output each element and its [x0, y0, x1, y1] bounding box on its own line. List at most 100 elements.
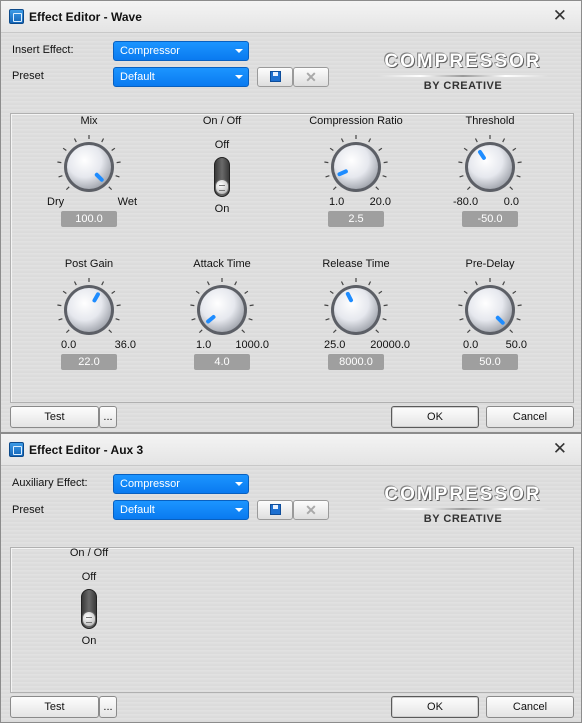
- knob-tick: [111, 147, 116, 152]
- knob-value[interactable]: -50.0: [462, 211, 518, 227]
- knob-tick: [458, 304, 463, 307]
- knob-face: [468, 288, 512, 332]
- window-title: Effect Editor - Wave: [29, 10, 142, 24]
- test-button[interactable]: Test: [10, 406, 99, 428]
- knob-tick: [463, 147, 468, 152]
- knob-tick: [58, 175, 63, 178]
- range-min: 1.0: [329, 196, 345, 208]
- preset-dropdown[interactable]: Default: [113, 500, 249, 520]
- range-max: 20000.0: [370, 339, 410, 351]
- test-button[interactable]: Test: [10, 696, 99, 718]
- knob-tick: [466, 329, 471, 334]
- window-title: Effect Editor - Aux 3: [29, 443, 144, 457]
- save-icon: [269, 504, 281, 515]
- knob-tick: [340, 281, 344, 286]
- cancel-button[interactable]: Cancel: [486, 406, 574, 428]
- attack-time-knob[interactable]: [187, 275, 257, 345]
- ok-button[interactable]: OK: [391, 696, 479, 718]
- knob-value[interactable]: 4.0: [194, 354, 250, 370]
- range-min: Dry: [47, 196, 65, 208]
- switch-handle[interactable]: [82, 611, 96, 627]
- knob-face: [468, 145, 512, 189]
- knob-dial[interactable]: [54, 132, 124, 202]
- knob-dial[interactable]: [54, 275, 124, 345]
- knob-tick: [115, 318, 120, 321]
- knob-tick: [58, 318, 63, 321]
- knob-title: Mix: [80, 115, 98, 127]
- knob-value[interactable]: 100.0: [61, 211, 117, 227]
- toggle-on-label: On: [81, 635, 97, 647]
- threshold-knob[interactable]: [455, 132, 525, 202]
- on-off-switch[interactable]: [214, 157, 230, 197]
- knob-tick: [516, 318, 521, 321]
- ok-button[interactable]: OK: [391, 406, 479, 428]
- knob-face: [334, 145, 378, 189]
- save-icon: [269, 71, 281, 82]
- knob-tick: [517, 161, 522, 164]
- knob-face: [334, 288, 378, 332]
- knob-control-attack-time: Attack Time 1.0 1000.0 4.0: [155, 258, 289, 370]
- range-max: 36.0: [114, 339, 136, 351]
- on-off-control: On / Off Off On: [44, 547, 134, 647]
- title-bar[interactable]: Effect Editor - Wave ✕: [1, 1, 581, 33]
- insert-effect-label: Insert Effect:: [12, 44, 74, 56]
- knob-tick: [241, 329, 246, 334]
- knob-dial[interactable]: [455, 132, 525, 202]
- toggle-off-label: Off: [214, 139, 230, 151]
- knob-dial[interactable]: [321, 132, 391, 202]
- insert-effect-value: Compressor: [120, 45, 180, 57]
- knob-value[interactable]: 22.0: [61, 354, 117, 370]
- save-preset-button[interactable]: [257, 500, 293, 520]
- preset-value: Default: [120, 504, 155, 516]
- close-icon[interactable]: ✕: [553, 6, 567, 26]
- insert-effect-dropdown[interactable]: Compressor: [113, 41, 249, 61]
- test-options-button[interactable]: ...: [99, 696, 117, 718]
- knob-tick: [195, 290, 200, 295]
- knob-indicator: [345, 291, 354, 303]
- knob-value[interactable]: 8000.0: [328, 354, 384, 370]
- knob-value[interactable]: 2.5: [328, 211, 384, 227]
- cancel-button[interactable]: Cancel: [486, 696, 574, 718]
- delete-preset-button[interactable]: ✕: [293, 67, 329, 87]
- preset-dropdown[interactable]: Default: [113, 67, 249, 87]
- close-icon[interactable]: ✕: [553, 439, 567, 459]
- preset-label: Preset: [12, 70, 44, 82]
- knob-tick: [340, 138, 344, 143]
- on-off-switch[interactable]: [81, 589, 97, 629]
- knob-tick: [332, 329, 337, 334]
- range-min: 25.0: [324, 339, 346, 351]
- knob-dial[interactable]: [321, 275, 391, 345]
- knob-tick: [62, 147, 67, 152]
- knob-control-threshold: Threshold -80.0 0.0 -50.0: [423, 115, 557, 227]
- knob-tick: [65, 186, 70, 191]
- knob-tick: [382, 175, 387, 178]
- knob-title: Attack Time: [193, 258, 251, 270]
- title-bar[interactable]: Effect Editor - Aux 3 ✕: [1, 434, 581, 466]
- range-min: 1.0: [196, 339, 212, 351]
- compression-ratio-knob[interactable]: [321, 132, 391, 202]
- knob-tick: [517, 304, 522, 307]
- delete-preset-button[interactable]: ✕: [293, 500, 329, 520]
- knob-dial[interactable]: [187, 275, 257, 345]
- knob-tick: [329, 290, 334, 295]
- knob-tick: [502, 281, 506, 286]
- release-time-knob[interactable]: [321, 275, 391, 345]
- knob-tick: [459, 175, 464, 178]
- knob-tick: [516, 175, 521, 178]
- compressor-logo: COMPRESSOR BY CREATIVE: [371, 51, 555, 92]
- auxiliary-effect-label: Auxiliary Effect:: [12, 477, 88, 489]
- mix-knob[interactable]: [54, 132, 124, 202]
- knob-tick: [248, 318, 253, 321]
- delete-icon: ✕: [305, 69, 317, 85]
- knob-tick: [458, 161, 463, 164]
- post-gain-knob[interactable]: [54, 275, 124, 345]
- auxiliary-effect-dropdown[interactable]: Compressor: [113, 474, 249, 494]
- knob-dial[interactable]: [455, 275, 525, 345]
- save-preset-button[interactable]: [257, 67, 293, 87]
- knob-tick: [378, 147, 383, 152]
- knob-tick: [324, 161, 329, 164]
- switch-handle[interactable]: [215, 179, 229, 195]
- pre-delay-knob[interactable]: [455, 275, 525, 345]
- test-options-button[interactable]: ...: [99, 406, 117, 428]
- knob-value[interactable]: 50.0: [462, 354, 518, 370]
